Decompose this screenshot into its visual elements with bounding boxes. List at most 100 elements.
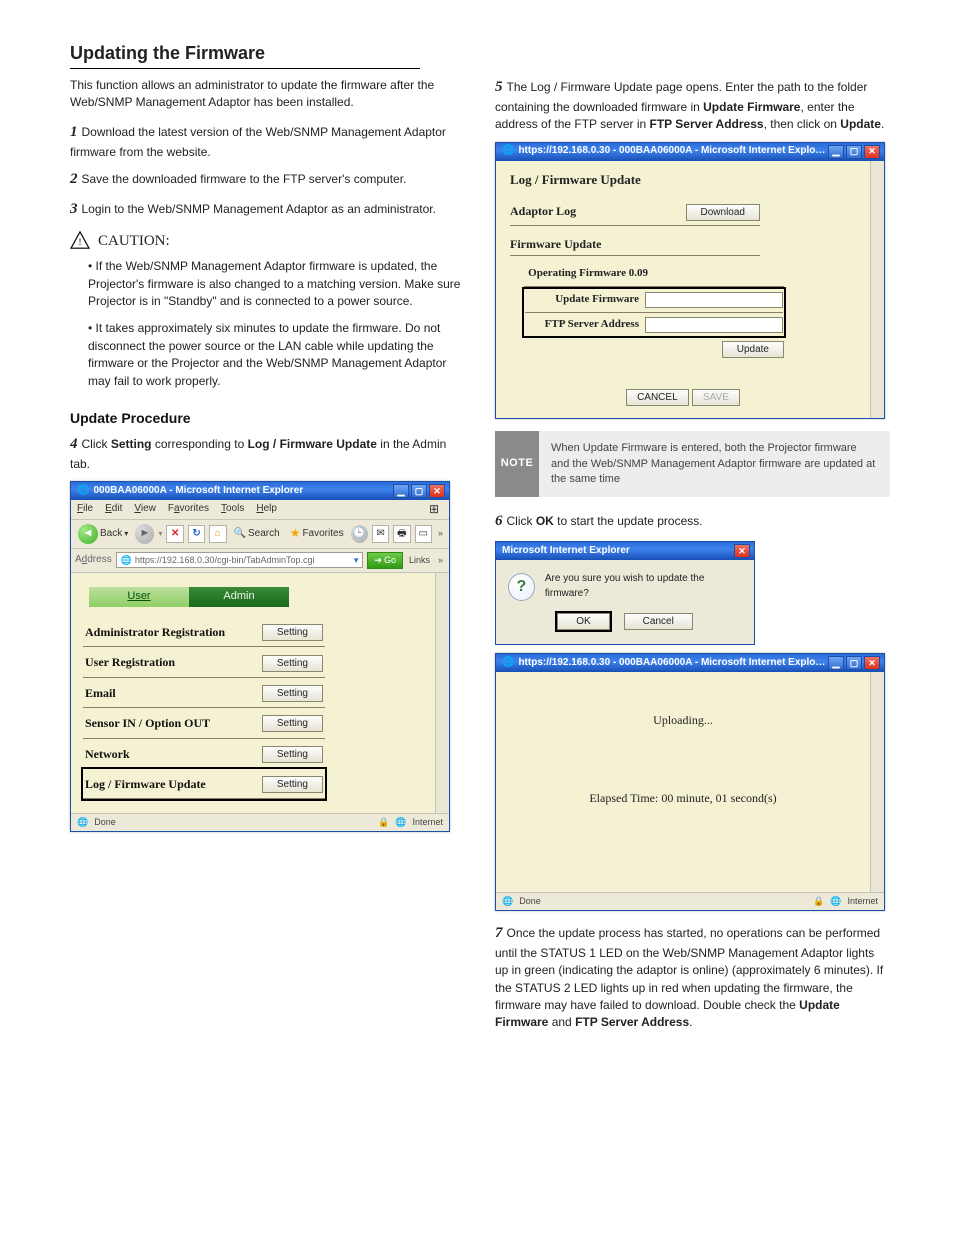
ie-icon: 🌐	[502, 144, 514, 159]
favorites-button[interactable]: ★Favorites	[287, 524, 347, 543]
ie-icon: 🌐	[502, 656, 514, 671]
menu-favorites[interactable]: Favorites	[168, 502, 209, 517]
section-heading: Updating the Firmware	[70, 40, 420, 69]
step-4: 4Click Setting corresponding to Log / Fi…	[70, 434, 465, 473]
lock-icon: 🔒	[813, 895, 824, 908]
page-heading: Log / Firmware Update	[510, 171, 856, 190]
caution-text-2: • It takes approximately six minutes to …	[88, 320, 465, 390]
update-firmware-input[interactable]	[645, 292, 783, 308]
mail-button[interactable]: ✉	[372, 525, 389, 543]
confirm-dialog: Microsoft Internet Explorer ✕ ? Are you …	[495, 541, 755, 645]
windows-flag-icon: ⊞	[429, 501, 445, 515]
admin-browser-window: 🌐 000BAA06000A - Microsoft Internet Expl…	[70, 481, 450, 832]
refresh-button[interactable]: ↻	[188, 525, 205, 543]
window-title: https://192.168.0.30 - 000BAA06000A - Mi…	[518, 656, 828, 671]
links-label[interactable]: Links	[407, 554, 432, 567]
note-label: NOTE	[495, 431, 539, 497]
step-6: 6Click OK to start the update process.	[495, 511, 890, 533]
minimize-button[interactable]: ▁	[828, 656, 844, 670]
menu-help[interactable]: Help	[256, 502, 277, 517]
update-procedure-heading: Update Procedure	[70, 408, 465, 428]
scrollbar[interactable]	[870, 672, 884, 892]
uploading-window: 🌐 https://192.168.0.30 - 000BAA06000A - …	[495, 653, 885, 911]
step-3: 3Login to the Web/SNMP Management Adapto…	[70, 199, 465, 221]
window-title: 000BAA06000A - Microsoft Internet Explor…	[93, 484, 393, 499]
cancel-button[interactable]: Cancel	[624, 613, 693, 630]
setting-button[interactable]: Setting	[262, 624, 323, 641]
firmware-update-label: Firmware Update	[510, 237, 601, 251]
menu-tools[interactable]: Tools	[221, 502, 244, 517]
go-button[interactable]: ➔ Go	[367, 552, 403, 569]
row-sensor: Sensor IN / Option OUT Setting	[83, 708, 325, 738]
menu-view[interactable]: View	[134, 502, 156, 517]
setting-button[interactable]: Setting	[262, 776, 323, 793]
warning-icon: !	[70, 231, 90, 249]
status-bar: 🌐Done 🔒 🌐 Internet	[71, 813, 449, 831]
download-button[interactable]: Download	[686, 204, 760, 221]
dialog-message: Are you sure you wish to update the firm…	[545, 572, 742, 601]
setting-button[interactable]: Setting	[262, 655, 323, 672]
close-button[interactable]: ✕	[429, 484, 445, 498]
home-button[interactable]: ⌂	[209, 525, 226, 543]
ftp-server-input[interactable]	[645, 317, 783, 333]
note-text: When Update Firmware is entered, both th…	[539, 431, 890, 497]
print-button[interactable]: 🖶	[393, 525, 410, 543]
address-input[interactable]: 🌐https://192.168.0.30/cgi-bin/TabAdminTo…	[116, 552, 364, 568]
close-button[interactable]: ✕	[864, 145, 880, 159]
history-button[interactable]: 🕒	[351, 525, 368, 543]
setting-button[interactable]: Setting	[262, 685, 323, 702]
close-button[interactable]: ✕	[864, 656, 880, 670]
tab-user[interactable]: User	[89, 587, 189, 607]
tab-admin[interactable]: Admin	[189, 587, 289, 607]
tab-strip: User Admin	[89, 587, 425, 607]
globe-icon: 🌐	[830, 895, 841, 908]
edit-button[interactable]: ▭	[415, 525, 432, 543]
row-email: Email Setting	[83, 678, 325, 708]
search-button[interactable]: 🔍Search	[231, 526, 283, 543]
address-bar: Address 🌐https://192.168.0.30/cgi-bin/Ta…	[71, 549, 449, 573]
globe-icon: 🌐	[395, 816, 406, 829]
intro-text: This function allows an administrator to…	[70, 77, 465, 112]
minimize-button[interactable]: ▁	[828, 145, 844, 159]
caution-text-1: • If the Web/SNMP Management Adaptor fir…	[88, 258, 465, 310]
row-admin-registration: Administrator Registration Setting	[83, 617, 325, 647]
forward-button[interactable]: ►	[135, 524, 154, 544]
close-button[interactable]: ✕	[734, 544, 750, 558]
menu-bar: File Edit View Favorites Tools Help ⊞	[71, 500, 449, 520]
ok-button[interactable]: OK	[557, 613, 609, 630]
maximize-button[interactable]: ▢	[411, 484, 427, 498]
menu-file[interactable]: File	[77, 502, 93, 517]
step-1: 1Download the latest version of the Web/…	[70, 122, 465, 161]
operating-firmware: Operating Firmware 0.09	[524, 264, 784, 284]
menu-edit[interactable]: Edit	[105, 502, 122, 517]
address-label: Address	[75, 553, 112, 568]
setting-button[interactable]: Setting	[262, 715, 323, 732]
ftp-server-row: FTP Server Address	[525, 315, 783, 335]
question-icon: ?	[508, 573, 535, 601]
adaptor-log-row: Adaptor Log Download	[510, 199, 760, 225]
stop-button[interactable]: ✕	[166, 525, 183, 543]
back-button[interactable]: ◄Back ▾	[75, 523, 131, 545]
minimize-button[interactable]: ▁	[393, 484, 409, 498]
lock-icon: 🔒	[378, 816, 389, 829]
save-button[interactable]: SAVE	[692, 389, 740, 406]
cancel-button[interactable]: CANCEL	[626, 389, 689, 406]
setting-button[interactable]: Setting	[262, 746, 323, 763]
scrollbar[interactable]	[870, 161, 884, 419]
scrollbar[interactable]	[435, 573, 449, 813]
row-network: Network Setting	[83, 739, 325, 769]
status-bar: 🌐Done 🔒 🌐 Internet	[496, 892, 884, 910]
maximize-button[interactable]: ▢	[846, 145, 862, 159]
step-7: 7Once the update process has started, no…	[495, 923, 890, 1032]
note-box: NOTE When Update Firmware is entered, bo…	[495, 431, 890, 497]
toolbar-overflow[interactable]: »	[436, 527, 445, 540]
caution-label: CAUTION:	[98, 231, 170, 253]
step-5: 5The Log / Firmware Update page opens. E…	[495, 77, 890, 134]
window-title: https://192.168.0.30 - 000BAA06000A - Mi…	[518, 144, 828, 159]
maximize-button[interactable]: ▢	[846, 656, 862, 670]
step-2: 2Save the downloaded firmware to the FTP…	[70, 169, 465, 191]
links-overflow[interactable]: »	[436, 554, 445, 567]
dialog-title: Microsoft Internet Explorer	[502, 544, 734, 559]
toolbar: ◄Back ▾ ► ▾ ✕ ↻ ⌂ 🔍Search ★Favorites 🕒 ✉…	[71, 520, 449, 549]
update-button[interactable]: Update	[722, 341, 784, 358]
